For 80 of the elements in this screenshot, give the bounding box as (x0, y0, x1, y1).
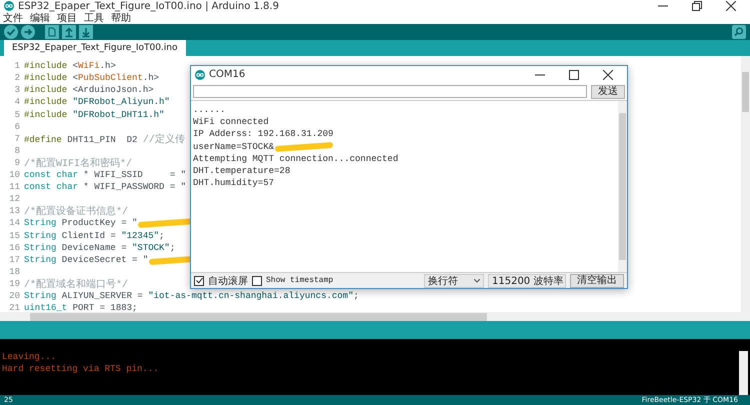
autoscroll-checkbox[interactable] (194, 276, 204, 286)
line-number: 5 (14, 110, 21, 120)
window-title: ESP32_Epaper_Text_Figure_IoT00.ino | Arduino 1.8.9 (18, 0, 279, 12)
clear-output-button[interactable]: 清空输出 (570, 274, 624, 288)
code-line: const char * WIFI_SSID = " (24, 170, 186, 180)
output-line: IP Adderss: 192.168.31.209 (193, 129, 334, 140)
code-line: String ALIYUN_SERVER = "iot-as-mqtt.cn-shanghai.aliyuncs.com"; (24, 290, 359, 301)
output-line: userName=STOCK& (193, 142, 274, 152)
maximize-icon[interactable] (569, 70, 579, 80)
menu-item[interactable]: 项目 (57, 12, 77, 24)
code-line: #define DHT11_PIN D2 //定义传 (24, 132, 185, 146)
code-line: #include <ArduinoJson.h> (24, 85, 154, 96)
output-line: DHT.humidity=57 (193, 178, 274, 188)
line-number: 7 (14, 134, 21, 144)
line-number: 9 (14, 158, 21, 168)
line-number: 6 (14, 122, 21, 132)
output-line: DHT.temperature=28 (193, 166, 290, 176)
app-logo-icon (195, 70, 205, 80)
line-number: 13 (8, 206, 21, 216)
checkbox-label: Show timestamp (266, 276, 334, 285)
line-number: 14 (8, 218, 21, 228)
line-number: 8 (14, 146, 21, 156)
code-line: #include "DFRobot_DHT11.h" (24, 110, 164, 120)
close-icon[interactable] (603, 70, 613, 80)
menu-item[interactable]: 工具 (84, 12, 104, 24)
code-line: String ClientId = "12345"; (24, 230, 164, 240)
send-button[interactable]: 发送 (591, 84, 625, 98)
line-number: 1 (14, 61, 21, 72)
output-line: Attempting MQTT connection...connected (193, 154, 398, 164)
line-number: 12 (8, 194, 21, 204)
line-ending-dropdown[interactable]: 换行符 (424, 274, 484, 288)
code-line: #include "DFRobot_Aliyun.h" (24, 97, 170, 108)
output-line: ...... (193, 105, 226, 116)
send-input-field[interactable] (193, 85, 587, 98)
restore-icon[interactable] (692, 1, 702, 12)
menu-item[interactable]: 编辑 (30, 12, 50, 24)
line-number: 21 (8, 303, 21, 312)
new-file-icon[interactable] (45, 24, 59, 39)
horizontal-scrollbar[interactable] (0, 312, 750, 322)
code-line: /*配置WIFI名和密码*/ (24, 156, 132, 170)
download-arrow-icon[interactable] (79, 24, 93, 39)
line-number: 11 (8, 182, 21, 192)
checkbox-label: 自动滚屏 (208, 274, 248, 288)
vertical-scrollbar[interactable] (741, 56, 750, 312)
caret-icon (474, 278, 480, 282)
search-icon[interactable] (732, 24, 746, 39)
vertical-scrollbar[interactable] (618, 101, 627, 272)
code-line: const char * WIFI_PASSWORD = " (24, 182, 186, 192)
line-number: 17 (8, 254, 21, 265)
console-scrollbar[interactable] (739, 350, 748, 395)
line-number: 15 (8, 230, 21, 240)
console-line: Hard resetting via RTS pin... (2, 362, 160, 375)
code-line: String ProductKey = " (24, 218, 138, 228)
code-line: #include <PubSubClient.h> (24, 73, 160, 84)
verify-icon[interactable] (4, 24, 18, 39)
line-number: 16 (8, 242, 21, 253)
window-title: COM16 (209, 69, 246, 80)
code-line: /*配置设备证书信息*/ (24, 204, 128, 218)
code-line: uint16_t PORT = 1883; (24, 303, 138, 312)
upload-icon[interactable] (21, 24, 35, 39)
line-number: 2 (14, 73, 21, 84)
code-line: String DeviceName = "STOCK"; (24, 242, 176, 253)
output-line: WiFi connected (193, 117, 269, 128)
menu-item[interactable]: 帮助 (111, 12, 131, 24)
timestamp-checkbox[interactable] (252, 276, 262, 286)
line-number: 3 (14, 85, 21, 96)
menu-item[interactable]: 文件 (3, 12, 23, 24)
line-number: 4 (14, 97, 21, 108)
upload-arrow-icon[interactable] (62, 24, 76, 39)
line-number: 10 (8, 170, 21, 180)
line-number: 18 (8, 266, 21, 277)
close-icon[interactable] (726, 1, 736, 12)
code-line: /*配置域名和端口号*/ (24, 278, 128, 291)
console-line: Leaving... (2, 350, 58, 363)
baud-rate-dropdown[interactable]: 115200 波特率 (488, 274, 566, 288)
line-number: 19 (8, 278, 21, 289)
line-number: 20 (8, 290, 21, 301)
code-line: String DeviceSecret = " (24, 254, 148, 265)
code-line: #include <WiFi.h> (24, 61, 116, 72)
file-tab[interactable]: ESP32_Epaper_Text_Figure_IoT00.ino (4, 40, 186, 56)
